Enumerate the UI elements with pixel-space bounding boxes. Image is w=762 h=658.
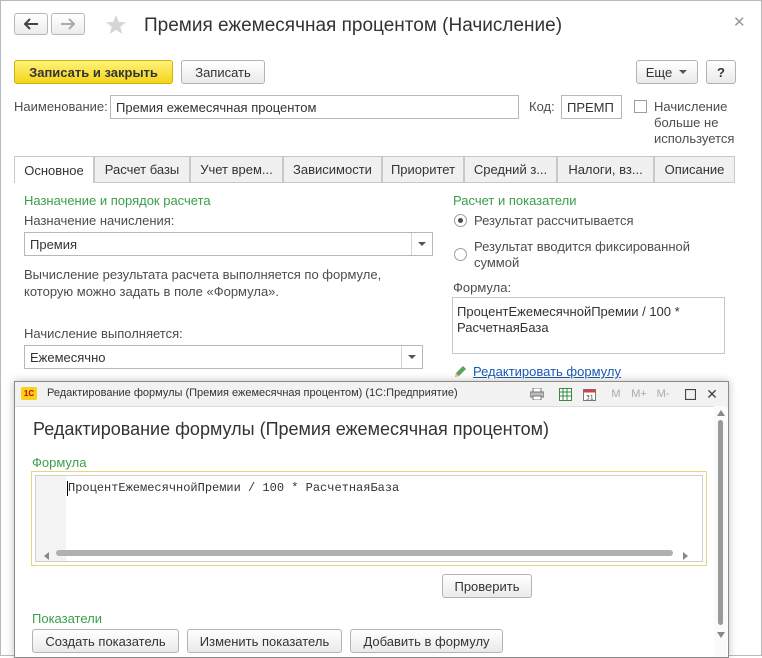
arrow-right-icon <box>61 18 76 30</box>
formula-editor-dialog: 1С Редактирование формулы (Премия ежемес… <box>14 381 729 658</box>
purpose-section-title: Назначение и порядок расчета <box>24 193 211 208</box>
dialog-titlebar: 1С Редактирование формулы (Премия ежемес… <box>15 382 728 407</box>
add-to-formula-button[interactable]: Добавить в формулу <box>350 629 503 653</box>
purpose-dropdown-button[interactable] <box>411 233 432 255</box>
formula-line-1: ПроцентЕжемесячнойПремии / 100 * <box>457 304 680 319</box>
text-cursor <box>67 481 68 496</box>
calendar-icon[interactable]: 31 <box>582 387 596 401</box>
more-button[interactable]: Еще <box>636 60 698 84</box>
unused-label-line2: больше не <box>654 115 719 130</box>
tab-basic[interactable]: Основное <box>14 156 94 183</box>
chevron-down-icon <box>408 354 416 359</box>
save-button[interactable]: Записать <box>181 60 265 84</box>
dialog-heading: Редактирование формулы (Премия ежемесячн… <box>33 419 550 439</box>
change-indicator-button[interactable]: Изменить показатель <box>187 629 342 653</box>
code-input[interactable]: ПРЕМП <box>561 95 622 119</box>
horizontal-scrollbar[interactable] <box>56 550 673 556</box>
svg-text:31: 31 <box>586 394 594 401</box>
pencil-icon <box>453 365 467 382</box>
name-label: Наименование: <box>14 99 108 114</box>
tab-priority[interactable]: Приоритет <box>382 156 464 182</box>
period-value: Ежемесячно <box>30 350 106 365</box>
arrow-left-icon <box>23 18 38 30</box>
vertical-scrollbar[interactable] <box>718 420 723 625</box>
scroll-up-icon[interactable] <box>717 410 725 416</box>
table-icon[interactable] <box>558 387 572 401</box>
unused-label-line3: используется <box>654 131 735 146</box>
purpose-value: Премия <box>30 237 78 252</box>
unused-label: Начисление больше не используется <box>654 99 734 147</box>
tab-taxes[interactable]: Налоги, вз... <box>557 156 654 182</box>
tab-time-accounting[interactable]: Учет врем... <box>190 156 283 182</box>
create-indicator-button[interactable]: Создать показатель <box>32 629 179 653</box>
editor-gutter <box>36 476 66 561</box>
tab-base-calc[interactable]: Расчет базы <box>94 156 190 182</box>
chevron-down-icon <box>418 241 426 246</box>
save-and-close-button[interactable]: Записать и закрыть <box>14 60 173 84</box>
memory-plus-button[interactable]: M+ <box>630 387 648 401</box>
memory-minus-button[interactable]: M- <box>655 387 671 401</box>
close-icon[interactable]: ✕ <box>733 13 746 31</box>
tab-average-earnings[interactable]: Средний з... <box>464 156 557 182</box>
radio-fixed-label-2: суммой <box>474 255 520 270</box>
formula-field[interactable]: ПроцентЕжемесячнойПремии / 100 * Расчетн… <box>452 297 725 354</box>
star-icon[interactable] <box>105 14 127 39</box>
tabs-divider <box>94 182 735 183</box>
name-input[interactable]: Премия ежемесячная процентом <box>110 95 519 119</box>
period-select[interactable]: Ежемесячно <box>24 345 423 369</box>
scroll-down-icon[interactable] <box>717 632 725 638</box>
vertical-scrollbar-track <box>714 406 727 657</box>
indicators-section-title: Показатели <box>32 611 102 626</box>
calc-section-title: Расчет и показатели <box>453 193 577 208</box>
more-label: Еще <box>645 64 673 80</box>
app-logo-icon: 1С <box>21 387 37 400</box>
scroll-right-icon[interactable] <box>683 548 689 563</box>
info-line-1: Вычисление результата расчета выполняетс… <box>24 267 382 282</box>
formula-editor-text: ПроцентЕжемесячнойПремии / 100 * Расчетн… <box>68 481 400 495</box>
code-label: Код: <box>529 99 555 114</box>
unused-checkbox[interactable] <box>634 100 647 113</box>
dialog-titlebar-text: Редактирование формулы (Премия ежемесячн… <box>47 387 458 399</box>
memory-m-button[interactable]: M <box>609 387 623 401</box>
radio-fixed-label-1: Результат вводится фиксированной <box>474 239 691 254</box>
page-title: Премия ежемесячная процентом (Начисление… <box>144 15 563 36</box>
back-button[interactable] <box>14 13 48 35</box>
scroll-left-icon[interactable] <box>44 548 50 563</box>
chevron-down-icon <box>679 70 688 74</box>
formula-section-title: Формула <box>32 455 87 470</box>
tab-description[interactable]: Описание <box>654 156 735 182</box>
radio-fixed[interactable] <box>454 248 467 261</box>
radio-calculated-label: Результат рассчитывается <box>474 213 634 228</box>
tab-dependencies[interactable]: Зависимости <box>283 156 382 182</box>
unused-label-line1: Начисление <box>654 99 728 114</box>
edit-formula-link[interactable]: Редактировать формулу <box>473 364 621 379</box>
formula-editor[interactable]: ПроцентЕжемесячнойПремии / 100 * Расчетн… <box>35 475 703 562</box>
formula-label: Формула: <box>453 280 512 295</box>
formula-editor-frame: ПроцентЕжемесячнойПремии / 100 * Расчетн… <box>31 471 707 566</box>
print-icon[interactable] <box>530 387 544 401</box>
forward-button[interactable] <box>51 13 85 35</box>
period-dropdown-button[interactable] <box>401 346 422 368</box>
period-label: Начисление выполняется: <box>24 326 183 341</box>
purpose-label: Назначение начисления: <box>24 213 175 228</box>
radio-calculated[interactable] <box>454 214 467 227</box>
help-button[interactable]: ? <box>706 60 736 84</box>
maximize-icon[interactable] <box>683 387 697 401</box>
info-line-2: которую можно задать в поле «Формула». <box>24 284 280 299</box>
dialog-close-icon[interactable]: ✕ <box>705 386 719 402</box>
formula-line-2: РасчетнаяБаза <box>457 320 549 335</box>
purpose-select[interactable]: Премия <box>24 232 433 256</box>
check-button[interactable]: Проверить <box>442 574 532 598</box>
